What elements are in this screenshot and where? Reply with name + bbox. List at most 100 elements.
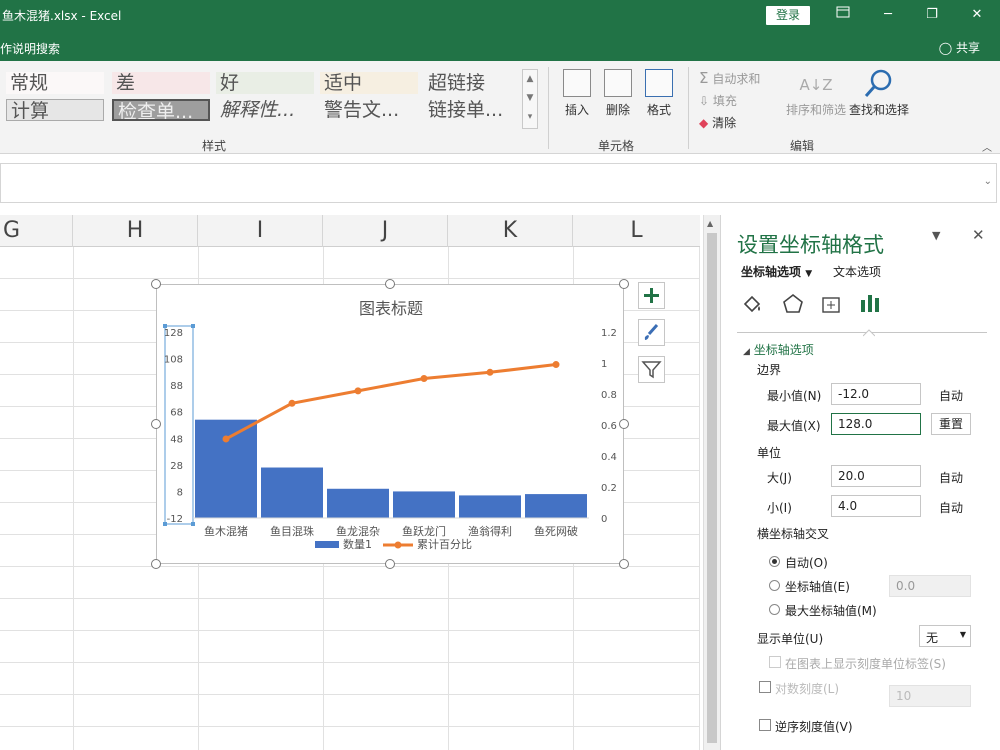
tab-text-options[interactable]: 文本选项 [833, 263, 881, 280]
style-linked-cell[interactable]: 链接单... [424, 99, 518, 121]
bar-4[interactable] [459, 495, 521, 518]
scroll-thumb[interactable] [707, 233, 717, 743]
minor-unit-input[interactable]: 4.0 [831, 495, 921, 517]
sort-filter-button[interactable]: A↓Z 排序和筛选 [785, 69, 847, 118]
resize-handle[interactable] [151, 559, 161, 569]
y-secondary-tick-label[interactable]: 0.6 [601, 421, 617, 432]
style-normal[interactable]: 常规 [6, 72, 104, 94]
x-tick-label[interactable]: 鱼跃龙门 [402, 524, 446, 538]
close-window-icon[interactable]: ✕ [966, 5, 988, 25]
autosum-button[interactable]: Σ 自动求和 [699, 69, 760, 87]
y-primary-tick-label[interactable]: 48 [170, 434, 183, 445]
legend-line-marker[interactable] [394, 541, 402, 549]
y-secondary-tick-label[interactable]: 0.8 [601, 390, 617, 401]
chart-styles-button[interactable] [638, 319, 665, 346]
axis-selection-handle[interactable] [191, 324, 195, 328]
expand-formula-icon[interactable]: ⌄ [984, 176, 992, 187]
style-calculation[interactable]: 计算 [6, 99, 104, 121]
axis-options-icon[interactable] [858, 291, 882, 318]
x-tick-label[interactable]: 鱼木混猪 [204, 524, 248, 538]
legend-bar-swatch[interactable] [315, 541, 339, 548]
gallery-scroll[interactable]: ▲ ▼ ▾ [522, 69, 538, 129]
chart-plot[interactable]: 128 108 88 68 48 28 8 -12 1.2 1 0.8 0.6 0.4 0.2 0 鱼木混猪 鱼… [157, 285, 623, 563]
style-hyperlink[interactable]: 超链接 [424, 72, 518, 94]
delete-button[interactable]: 删除 [601, 69, 635, 118]
line-point-3[interactable] [420, 375, 428, 382]
y-primary-tick-label[interactable]: 108 [164, 355, 183, 366]
format-button[interactable]: 格式 [642, 69, 676, 118]
column-header-j[interactable]: J [323, 215, 448, 247]
y-primary-tick-label[interactable]: -12 [167, 514, 183, 525]
y-primary-tick-label[interactable]: 28 [170, 461, 183, 472]
style-bad[interactable]: 差 [112, 72, 210, 94]
close-pane-icon[interactable]: ✕ [972, 226, 985, 244]
clear-button[interactable]: ◆ 清除 [699, 114, 736, 131]
y-secondary-tick-label[interactable]: 1.2 [601, 328, 617, 339]
minor-unit-auto[interactable]: 自动 [939, 499, 963, 516]
x-tick-label[interactable]: 鱼目混珠 [270, 524, 314, 538]
y-secondary-tick-label[interactable]: 1 [601, 359, 607, 370]
resize-handle[interactable] [151, 419, 161, 429]
show-units-label-checkbox[interactable] [769, 656, 781, 668]
display-units-select[interactable]: 无 ▼ [919, 625, 971, 647]
insert-button[interactable]: 插入 [560, 69, 594, 118]
pane-options-chevron-icon[interactable]: ▼ [932, 229, 940, 242]
y-primary-tick-label[interactable]: 8 [177, 487, 183, 498]
ribbon-display-icon[interactable] [832, 5, 854, 25]
vertical-scrollbar[interactable]: ▲ [703, 215, 720, 750]
bar-1[interactable] [261, 467, 323, 518]
axis-selection-handle[interactable] [191, 522, 195, 526]
tab-axis-options[interactable]: 坐标轴选项 ▼ [741, 263, 812, 280]
legend-line-label[interactable]: 累计百分比 [417, 538, 472, 551]
style-warning[interactable]: 警告文... [320, 99, 418, 121]
y-secondary-tick-label[interactable]: 0.2 [601, 483, 617, 494]
x-tick-label[interactable]: 鱼龙混杂 [336, 524, 380, 538]
min-bound-input[interactable]: -12.0 [831, 383, 921, 405]
x-tick-label[interactable]: 鱼死网破 [534, 524, 578, 538]
max-bound-reset-button[interactable]: 重置 [931, 413, 971, 435]
column-header-l[interactable]: L [573, 215, 700, 247]
fill-button[interactable]: ⇩ 填充 [699, 92, 737, 109]
bar-5[interactable] [525, 494, 587, 518]
style-neutral[interactable]: 适中 [320, 72, 418, 94]
section-axis-options[interactable]: ◢ 坐标轴选项 [743, 341, 814, 358]
resize-handle[interactable] [619, 559, 629, 569]
chart-area[interactable]: 图表标题 128 108 88 68 48 28 8 -12 1.2 1 0.8 0.6 0.4 0.2 0… [156, 284, 624, 564]
x-tick-label[interactable]: 渔翁得利 [468, 524, 512, 538]
style-check-cell[interactable]: 检查单... [112, 99, 210, 121]
bar-0[interactable] [195, 419, 257, 518]
login-button[interactable]: 登录 [766, 6, 810, 25]
max-bound-input[interactable]: 128.0 [831, 413, 921, 435]
find-select-button[interactable]: 查找和选择 [848, 67, 910, 118]
bar-2[interactable] [327, 488, 389, 518]
line-point-2[interactable] [354, 387, 362, 395]
line-point-0[interactable] [222, 435, 230, 443]
column-header-i[interactable]: I [198, 215, 323, 247]
reverse-order-checkbox[interactable] [759, 719, 771, 731]
y-secondary-tick-label[interactable]: 0.4 [601, 452, 617, 463]
line-point-5[interactable] [552, 361, 560, 369]
major-unit-input[interactable]: 20.0 [831, 465, 921, 487]
resize-handle[interactable] [385, 559, 395, 569]
major-unit-auto[interactable]: 自动 [939, 469, 963, 486]
column-header-h[interactable]: H [73, 215, 198, 247]
minimize-icon[interactable]: ─ [877, 5, 899, 25]
y-secondary-tick-label[interactable]: 0 [601, 514, 607, 525]
legend-bar-label[interactable]: 数量1 [343, 538, 372, 551]
radio-max-axis[interactable] [769, 604, 780, 615]
log-scale-checkbox[interactable] [759, 681, 771, 693]
y-primary-tick-label[interactable]: 88 [170, 381, 183, 392]
resize-handle[interactable] [385, 279, 395, 289]
effects-icon[interactable] [781, 292, 805, 319]
restore-icon[interactable]: ❐ [921, 5, 943, 25]
chart-elements-button[interactable] [638, 282, 665, 309]
axis-value-input[interactable]: 0.0 [889, 575, 971, 597]
collapse-ribbon-icon[interactable]: ︿ [982, 139, 992, 154]
radio-axis-value[interactable] [769, 580, 780, 591]
column-header-g[interactable]: G [0, 215, 73, 247]
fill-line-icon[interactable] [740, 292, 764, 319]
resize-handle[interactable] [619, 419, 629, 429]
share-button[interactable]: ◯ 共享 [939, 39, 980, 56]
scroll-up-icon[interactable]: ▲ [707, 219, 713, 228]
style-explanatory[interactable]: 解释性... [216, 99, 314, 121]
